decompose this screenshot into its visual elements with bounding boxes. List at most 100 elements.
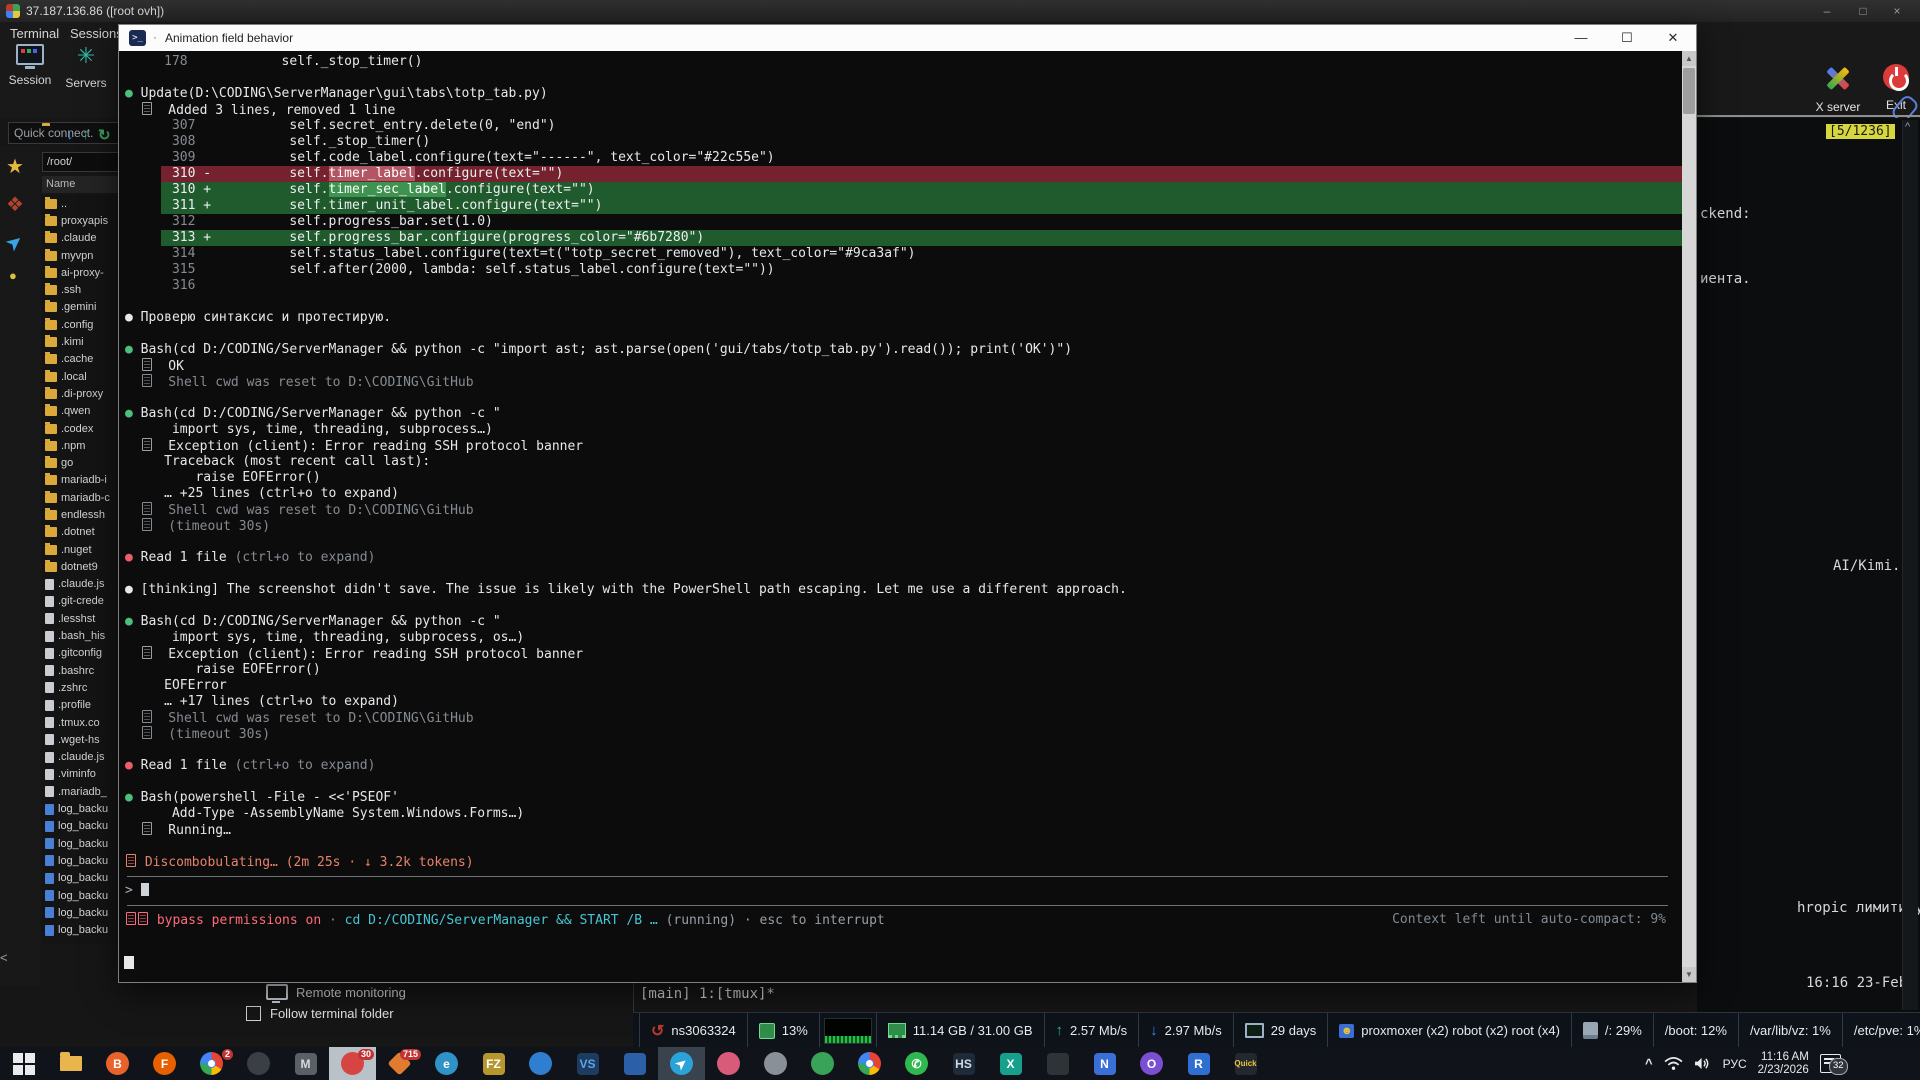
file-row[interactable]: .di-proxy [42, 385, 118, 402]
file-row[interactable]: log_backu [42, 904, 118, 921]
terminal-minimize-button[interactable]: — [1558, 25, 1604, 51]
remote-monitoring-button[interactable]: Remote monitoring [266, 984, 406, 1000]
favorites-star-icon[interactable]: ★ [6, 154, 24, 179]
file-row[interactable]: .wget-hs [42, 731, 118, 748]
terminal-output[interactable]: 178 self._stop_timer()● Update(D:\CODING… [119, 51, 1682, 982]
file-row[interactable]: .lesshst [42, 610, 118, 627]
file-row[interactable]: log_backu [42, 887, 118, 904]
x-server-button[interactable]: X server [1810, 64, 1866, 114]
taskbar-icon-chrome-profile-g[interactable] [846, 1047, 893, 1080]
file-row[interactable]: .ssh [42, 281, 118, 298]
scrollbar-thumb[interactable] [1683, 68, 1695, 114]
taskbar-icon-app-teal-x[interactable]: X [987, 1047, 1034, 1080]
file-row[interactable]: log_backu [42, 818, 118, 835]
file-row[interactable]: .dotnet [42, 524, 118, 541]
file-row[interactable]: .qwen [42, 403, 118, 420]
menu-terminal[interactable]: Terminal [10, 26, 59, 41]
file-row[interactable]: .local [42, 368, 118, 385]
taskbar-icon-app-hs[interactable]: HS [940, 1047, 987, 1080]
file-row[interactable]: .zshrc [42, 679, 118, 696]
taskbar-icon-brave[interactable]: B [94, 1047, 141, 1080]
file-row[interactable]: log_backu [42, 852, 118, 869]
file-row[interactable]: .profile [42, 697, 118, 714]
menu-sessions[interactable]: Sessions [70, 26, 123, 41]
file-row[interactable]: .gitconfig [42, 645, 118, 662]
taskbar-icon-edge[interactable]: e [423, 1047, 470, 1080]
file-row[interactable]: .viminfo [42, 766, 118, 783]
taskbar-icon-app-purple[interactable]: O [1128, 1047, 1175, 1080]
file-row[interactable]: go [42, 454, 118, 471]
file-row[interactable]: .cache [42, 351, 118, 368]
taskbar-icon-vscode[interactable]: VS [564, 1047, 611, 1080]
dot-tool-icon[interactable]: ● [9, 268, 17, 283]
taskbar-icon-app-blue-2[interactable] [611, 1047, 658, 1080]
taskbar-icon-app-gray-m[interactable]: M [282, 1047, 329, 1080]
file-row[interactable]: .claude.js [42, 749, 118, 766]
scrollbar-down-icon[interactable]: ▼ [1682, 967, 1696, 982]
file-row[interactable]: .claude.js [42, 576, 118, 593]
file-row[interactable]: proxyapis [42, 212, 118, 229]
macros-icon[interactable]: ❖ [6, 192, 24, 217]
taskbar-icon-chrome[interactable]: 2 [188, 1047, 235, 1080]
taskbar-icon-app-pink[interactable] [705, 1047, 752, 1080]
terminal-window-titlebar[interactable]: >_ · Animation field behavior — ☐ ✕ [119, 25, 1696, 52]
file-row[interactable]: .bash_his [42, 627, 118, 644]
taskbar-icon-start[interactable] [0, 1047, 47, 1080]
file-row[interactable]: ai-proxy- [42, 264, 118, 281]
file-row[interactable]: .nuget [42, 541, 118, 558]
file-row[interactable]: .. [42, 195, 118, 212]
background-terminal-scrollbar[interactable] [1902, 120, 1918, 1010]
terminal-maximize-button[interactable]: ☐ [1604, 25, 1650, 51]
taskbar-icon-notepad[interactable]: N [1081, 1047, 1128, 1080]
taskbar-icon-app-dark-2[interactable] [1034, 1047, 1081, 1080]
file-row[interactable]: log_backu [42, 835, 118, 852]
taskbar-icon-filezilla[interactable]: FZ [470, 1047, 517, 1080]
language-indicator[interactable]: РУС [1723, 1057, 1747, 1071]
file-row[interactable]: .git-crede [42, 593, 118, 610]
taskbar-icon-app-red-active[interactable]: 30 [329, 1047, 376, 1080]
file-row[interactable]: .tmux.co [42, 714, 118, 731]
moba-minimize-button[interactable]: – [1810, 0, 1844, 22]
scroll-up-arrow-icon[interactable]: ^ [1905, 121, 1910, 133]
terminal-scrollbar[interactable]: ▲ ▼ [1682, 51, 1696, 982]
taskbar-icon-quick-assist[interactable]: Quick [1222, 1047, 1269, 1080]
download-icon[interactable]: ↓ [66, 126, 74, 143]
tray-chevron-icon[interactable]: ^ [1645, 1056, 1653, 1071]
sftp-path-input[interactable]: /root/ [42, 152, 120, 172]
taskbar-icon-whatsapp[interactable]: ✆ [893, 1047, 940, 1080]
file-row[interactable]: .kimi [42, 333, 118, 350]
file-row[interactable]: log_backu [42, 921, 118, 938]
file-row[interactable]: mariadb-i [42, 472, 118, 489]
follow-terminal-folder-checkbox[interactable]: Follow terminal folder [246, 1006, 394, 1021]
file-row[interactable]: .npm [42, 437, 118, 454]
file-row[interactable]: mariadb-c [42, 489, 118, 506]
file-row[interactable]: log_backu [42, 870, 118, 887]
servers-button[interactable]: ✳ Servers [62, 44, 110, 90]
file-row[interactable]: .claude [42, 230, 118, 247]
clock[interactable]: 11:16 AM 2/23/2026 [1758, 1051, 1809, 1077]
file-row[interactable]: .codex [42, 420, 118, 437]
taskbar-icon-app-blue-1[interactable] [517, 1047, 564, 1080]
taskbar-icon-telegram[interactable]: ➤ [658, 1047, 705, 1080]
file-row[interactable]: .bashrc [42, 662, 118, 679]
taskbar-icon-app-dark-1[interactable] [235, 1047, 282, 1080]
refresh-icon[interactable]: ↻ [98, 126, 111, 144]
moba-close-button[interactable]: × [1880, 0, 1914, 22]
file-row[interactable]: endlessh [42, 506, 118, 523]
file-row[interactable]: myvpn [42, 247, 118, 264]
wifi-icon[interactable] [1664, 1056, 1683, 1071]
file-row[interactable]: .config [42, 316, 118, 333]
moba-maximize-button[interactable]: □ [1846, 0, 1880, 22]
taskbar-icon-rstudio[interactable]: R [1175, 1047, 1222, 1080]
taskbar-icon-app-green[interactable] [799, 1047, 846, 1080]
panel-collapse-button[interactable]: < [0, 950, 8, 965]
session-button[interactable]: Session [6, 44, 54, 87]
files-column-header[interactable]: Name [42, 176, 122, 193]
taskbar-icon-app-orange-diamond[interactable]: 715 [376, 1047, 423, 1080]
upload-icon[interactable]: ↑ [82, 126, 90, 143]
taskbar-icon-firefox[interactable]: F [141, 1047, 188, 1080]
speaker-icon[interactable] [1694, 1056, 1712, 1071]
file-row[interactable]: .gemini [42, 299, 118, 316]
taskbar-icon-app-gray-2[interactable] [752, 1047, 799, 1080]
terminal-close-button[interactable]: ✕ [1650, 25, 1696, 51]
